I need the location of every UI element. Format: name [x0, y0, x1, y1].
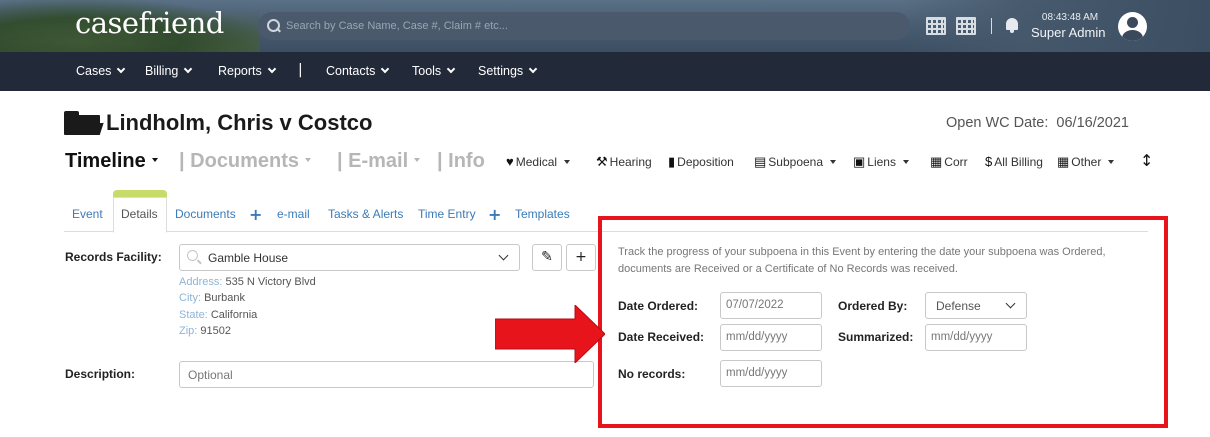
search-icon [258, 12, 286, 40]
chevron-down-icon [381, 64, 390, 74]
global-search[interactable] [258, 12, 910, 40]
nav-billing[interactable]: Billing [145, 64, 193, 78]
folder-open-icon [64, 111, 105, 135]
facility-city: City: Burbank [179, 292, 246, 304]
fax-icon: ▦ [930, 154, 943, 169]
chevron-down-icon [528, 64, 538, 74]
nav-settings[interactable]: Settings [478, 64, 538, 78]
gavel-icon: ⚒ [596, 154, 608, 169]
chevron-down-icon [184, 64, 193, 74]
tab-time-entry[interactable]: Time Entry [418, 207, 476, 221]
clock-time: 08:43:48 AM [1041, 12, 1099, 23]
description-label: Description: [65, 367, 136, 381]
casefriend-logo[interactable]: casefriend [75, 6, 224, 40]
chevron-down-icon [498, 250, 509, 261]
top-header: casefriend 08:43:48 AM Super Admin [0, 0, 1210, 52]
avatar[interactable] [1118, 12, 1147, 41]
grid-icon: ▦ [1057, 154, 1070, 169]
pencil-icon: ✎ [541, 249, 553, 265]
nav-contacts[interactable]: Contacts [326, 64, 390, 78]
facility-address: Address: 535 N Victory Blvd [179, 276, 316, 288]
case-title: Lindholm, Chris v Costco [106, 110, 373, 135]
tool-hearing[interactable]: ⚒ Hearing [596, 154, 652, 170]
active-tab-flag [113, 190, 167, 197]
search-input[interactable] [286, 20, 886, 32]
tool-medical[interactable]: ♥ Medical [506, 154, 571, 169]
records-facility-select[interactable]: Gamble House [179, 244, 520, 271]
highlight-arrow [495, 305, 605, 363]
tool-deposition[interactable]: ▮ Deposition [668, 154, 734, 170]
open-wc-date: Open WC Date: 06/16/2021 [946, 115, 1129, 131]
tool-all-billing[interactable]: $ All Billing [985, 154, 1043, 169]
chevron-down-icon [446, 64, 456, 74]
section-timeline[interactable]: Timeline [65, 150, 158, 173]
chevron-down-icon [117, 64, 126, 74]
edit-facility-button[interactable]: ✎ [532, 244, 562, 271]
add-document-icon[interactable]: + [249, 205, 262, 224]
highlight-box [598, 216, 1168, 428]
expand-vertical-icon[interactable]: ↕ [1140, 151, 1153, 170]
gift-icon: ▣ [853, 154, 866, 169]
add-facility-button[interactable]: + [566, 244, 596, 271]
file-icon: ▤ [754, 154, 767, 169]
section-documents[interactable]: | Documents [179, 150, 312, 173]
contacts-grid-icon[interactable] [956, 17, 976, 35]
main-nav: Cases Billing Reports | Contacts Tools S… [0, 52, 1210, 91]
facility-state: State: California [179, 309, 258, 321]
tab-documents[interactable]: Documents [175, 207, 236, 221]
heart-pulse-icon: ♥ [506, 154, 514, 169]
section-info[interactable]: | Info [437, 150, 485, 173]
nav-separator: | [298, 62, 303, 78]
tab-event[interactable]: Event [72, 207, 103, 221]
search-icon [187, 250, 198, 261]
dollar-icon: $ [985, 154, 993, 169]
section-email[interactable]: | E-mail [337, 150, 421, 173]
tool-other[interactable]: ▦ Other [1057, 154, 1115, 170]
records-facility-value: Gamble House [208, 251, 289, 265]
tab-templates[interactable]: Templates [515, 207, 570, 221]
tab-details[interactable]: Details [121, 207, 158, 221]
tool-liens[interactable]: ▣ Liens [853, 154, 909, 170]
nav-tools[interactable]: Tools [412, 64, 456, 78]
calendar-grid-icon[interactable] [926, 17, 946, 35]
user-name[interactable]: Super Admin [1031, 25, 1105, 40]
tab-tasks-alerts[interactable]: Tasks & Alerts [328, 207, 403, 221]
nav-cases[interactable]: Cases [76, 64, 126, 78]
chevron-down-icon [267, 64, 277, 74]
facility-zip: Zip: 91502 [179, 325, 231, 337]
records-facility-label: Records Facility: [65, 250, 162, 264]
plus-icon: + [575, 249, 587, 265]
nav-reports[interactable]: Reports [218, 64, 277, 78]
book-icon: ▮ [668, 154, 676, 169]
tab-email[interactable]: e-mail [277, 207, 310, 221]
tool-corr[interactable]: ▦ Corr [930, 154, 968, 170]
tool-subpoena[interactable]: ▤ Subpoena [754, 154, 837, 170]
bell-icon[interactable] [1004, 17, 1020, 34]
header-divider [991, 18, 992, 34]
description-input[interactable]: Optional [179, 361, 594, 388]
add-time-entry-icon[interactable]: + [488, 205, 501, 224]
